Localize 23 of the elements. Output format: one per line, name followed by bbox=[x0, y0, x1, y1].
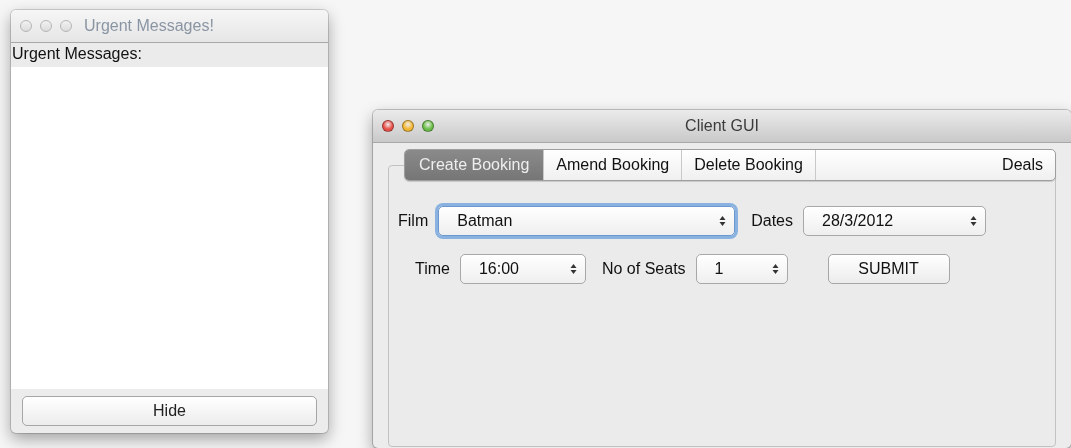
field-label: No of Seats bbox=[601, 260, 686, 278]
stepper-arrows-icon bbox=[569, 263, 577, 275]
field-label: Time bbox=[415, 260, 450, 278]
tab[interactable]: Amend Booking bbox=[543, 150, 682, 180]
stepper-arrows-icon bbox=[771, 263, 779, 275]
tab[interactable]: Deals bbox=[814, 150, 1055, 180]
dropdown[interactable]: 28/3/2012 bbox=[803, 206, 986, 236]
field-label: Film bbox=[398, 212, 429, 230]
dropdown[interactable]: 16:00 bbox=[459, 254, 586, 284]
dropdown[interactable]: 1 bbox=[695, 254, 788, 284]
dropdown[interactable]: Batman bbox=[438, 206, 736, 236]
stepper-arrows-icon bbox=[719, 215, 727, 227]
field-label: Dates bbox=[751, 212, 793, 230]
stepper-arrows-icon bbox=[970, 215, 977, 227]
tab[interactable]: Delete Booking bbox=[681, 150, 815, 180]
minimize-button[interactable] bbox=[402, 120, 414, 132]
submit-button[interactable]: SUBMIT bbox=[827, 254, 950, 284]
zoom-button[interactable] bbox=[422, 120, 434, 132]
close-button[interactable] bbox=[382, 120, 394, 132]
hide-button[interactable]: Hide bbox=[22, 396, 317, 426]
window-title: Client GUI bbox=[685, 117, 759, 135]
messages-heading: Urgent Messages: bbox=[11, 43, 328, 67]
window-title: Urgent Messages! bbox=[84, 17, 214, 35]
